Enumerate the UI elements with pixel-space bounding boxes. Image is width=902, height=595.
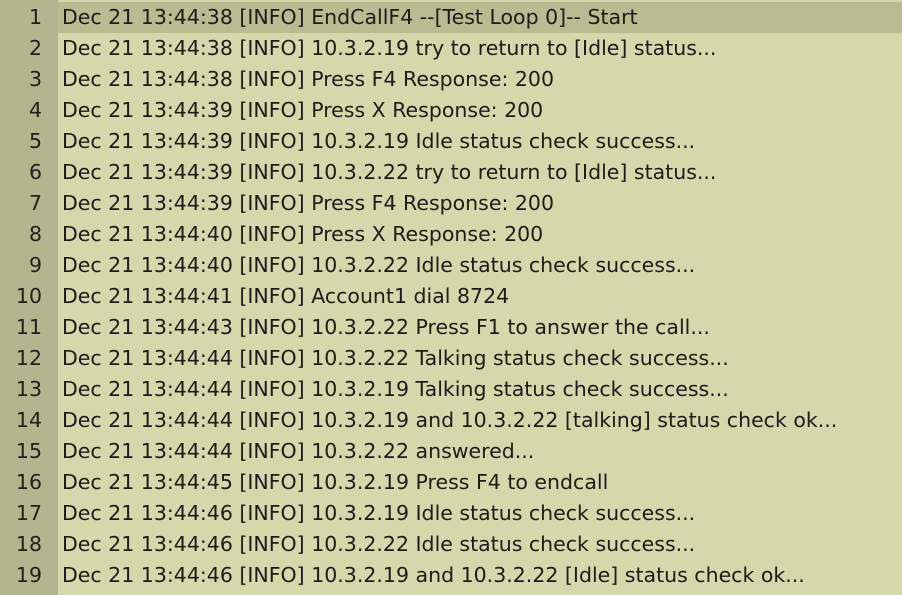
log-line[interactable]: Dec 21 13:44:38 [INFO] 10.3.2.19 try to … [58, 33, 902, 64]
line-number: 11 [15, 315, 42, 339]
line-number: 12 [15, 346, 42, 370]
line-number: 1 [0, 2, 58, 33]
line-number-gutter: 1 2 3 4 5 6 7 8 9 10 11 12 13 14 15 16 1… [0, 0, 58, 595]
log-editor[interactable]: 1 2 3 4 5 6 7 8 9 10 11 12 13 14 15 16 1… [0, 0, 902, 595]
log-line[interactable]: Dec 21 13:44:46 [INFO] 10.3.2.22 Idle st… [58, 529, 902, 560]
line-number: 6 [28, 160, 42, 184]
log-line[interactable]: Dec 21 13:44:44 [INFO] 10.3.2.22 answere… [58, 436, 902, 467]
log-text-area[interactable]: Dec 21 13:44:38 [INFO] EndCallF4 --[Test… [58, 0, 902, 595]
log-line[interactable]: Dec 21 13:44:43 [INFO] 10.3.2.22 Press F… [58, 312, 902, 343]
line-number: 14 [15, 408, 42, 432]
log-line[interactable]: Dec 21 13:44:46 [INFO] 10.3.2.19 Idle st… [58, 498, 902, 529]
log-line[interactable]: Dec 21 13:44:39 [INFO] Press X Response:… [58, 95, 902, 126]
log-line[interactable]: Dec 21 13:44:38 [INFO] Press F4 Response… [58, 64, 902, 95]
line-number: 3 [28, 67, 42, 91]
line-number: 9 [28, 253, 42, 277]
line-number: 17 [15, 501, 42, 525]
line-number: 4 [28, 98, 42, 122]
log-line[interactable]: Dec 21 13:44:46 [INFO] 10.3.2.19 and 10.… [58, 560, 902, 591]
line-number: 15 [15, 439, 42, 463]
line-number: 10 [15, 284, 42, 308]
line-number: 13 [15, 377, 42, 401]
line-number: 19 [15, 563, 42, 587]
log-line[interactable]: Dec 21 13:44:41 [INFO] Account1 dial 872… [58, 281, 902, 312]
log-line[interactable]: Dec 21 13:44:44 [INFO] 10.3.2.19 and 10.… [58, 405, 902, 436]
line-number: 18 [15, 532, 42, 556]
line-number: 16 [15, 470, 42, 494]
log-line[interactable]: Dec 21 13:44:45 [INFO] 10.3.2.19 Press F… [58, 467, 902, 498]
log-line[interactable]: Dec 21 13:44:39 [INFO] 10.3.2.19 Idle st… [58, 126, 902, 157]
log-line[interactable]: Dec 21 13:44:40 [INFO] 10.3.2.22 Idle st… [58, 250, 902, 281]
line-number: 7 [28, 191, 42, 215]
line-number: 8 [28, 222, 42, 246]
log-line[interactable]: Dec 21 13:44:40 [INFO] Press X Response:… [58, 219, 902, 250]
line-number: 5 [28, 129, 42, 153]
log-line[interactable]: Dec 21 13:44:39 [INFO] 10.3.2.22 try to … [58, 157, 902, 188]
line-number: 2 [28, 36, 42, 60]
log-line[interactable]: Dec 21 13:44:44 [INFO] 10.3.2.19 Talking… [58, 374, 902, 405]
log-line[interactable]: Dec 21 13:44:39 [INFO] Press F4 Response… [58, 188, 902, 219]
log-line-current[interactable]: Dec 21 13:44:38 [INFO] EndCallF4 --[Test… [58, 2, 902, 33]
log-line[interactable]: Dec 21 13:44:44 [INFO] 10.3.2.22 Talking… [58, 343, 902, 374]
